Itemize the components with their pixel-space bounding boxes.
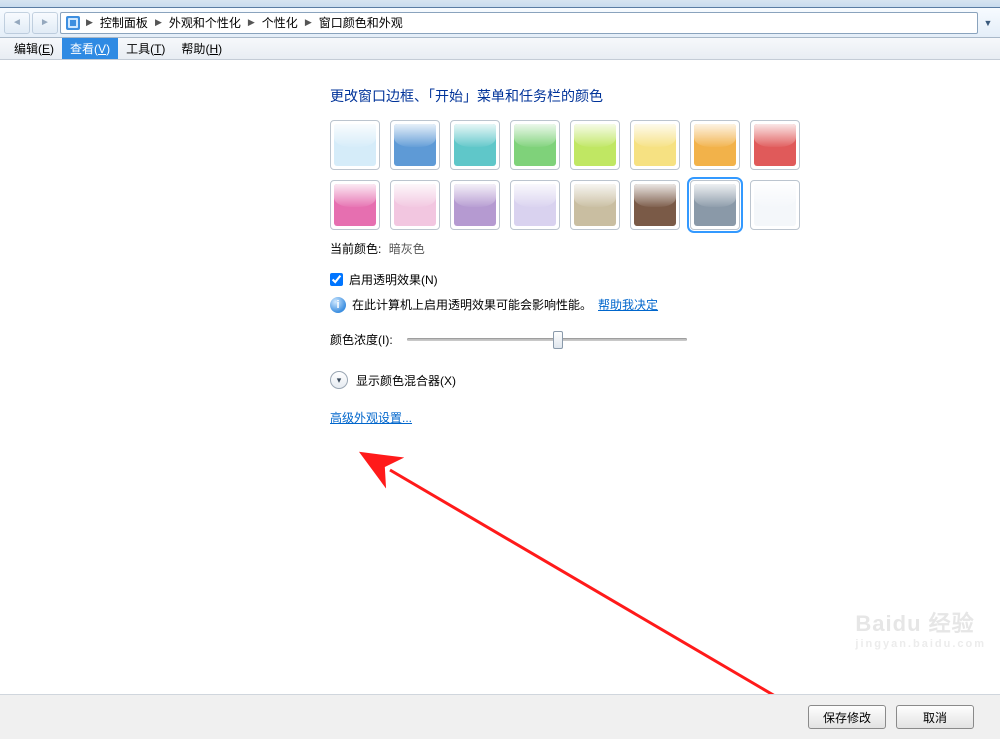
menu-help[interactable]: 帮助(H) bbox=[173, 38, 230, 59]
transparency-checkbox[interactable] bbox=[330, 273, 343, 286]
page-title: 更改窗口边框、「开始」菜单和任务栏的颜色 bbox=[330, 86, 900, 106]
window-titlebar bbox=[0, 0, 1000, 8]
slider-track bbox=[407, 338, 687, 341]
intensity-row: 颜色浓度(I): bbox=[330, 329, 900, 349]
chevron-right-icon: ▶ bbox=[83, 17, 96, 28]
color-swatch-taupe[interactable] bbox=[570, 180, 620, 230]
color-swatch-frost[interactable] bbox=[750, 180, 800, 230]
current-color-value: 暗灰色 bbox=[389, 242, 425, 256]
chevron-right-icon: ▶ bbox=[152, 17, 165, 28]
save-button[interactable]: 保存修改 bbox=[808, 705, 886, 729]
color-swatch-blush[interactable] bbox=[390, 180, 440, 230]
color-swatch-sun[interactable] bbox=[630, 120, 680, 170]
address-bar: ◄ ► ▶ 控制面板 ▶ 外观和个性化 ▶ 个性化 ▶ 窗口颜色和外观 ▼ bbox=[0, 8, 1000, 38]
watermark: Baidu 经验 jingyan.baidu.com bbox=[855, 606, 986, 650]
color-swatch-ruby[interactable] bbox=[750, 120, 800, 170]
color-swatch-row-1 bbox=[330, 120, 900, 170]
color-swatch-violet[interactable] bbox=[450, 180, 500, 230]
breadcrumb-seg-1[interactable]: 外观和个性化 bbox=[167, 14, 243, 31]
menu-bar: 编辑(E) 查看(V) 工具(T) 帮助(H) bbox=[0, 38, 1000, 60]
current-color-row: 当前颜色: 暗灰色 bbox=[330, 240, 900, 257]
info-text: 在此计算机上启用透明效果可能会影响性能。 bbox=[352, 296, 592, 313]
color-swatch-slate[interactable] bbox=[690, 180, 740, 230]
transparency-checkbox-row: 启用透明效果(N) bbox=[330, 271, 900, 288]
breadcrumb-seg-2[interactable]: 个性化 bbox=[260, 14, 300, 31]
intensity-slider[interactable] bbox=[407, 329, 687, 349]
breadcrumb-seg-3[interactable]: 窗口颜色和外观 bbox=[317, 14, 405, 31]
color-swatch-lime[interactable] bbox=[570, 120, 620, 170]
breadcrumb[interactable]: ▶ 控制面板 ▶ 外观和个性化 ▶ 个性化 ▶ 窗口颜色和外观 bbox=[60, 12, 978, 34]
address-dropdown-icon[interactable]: ▼ bbox=[980, 12, 996, 34]
color-swatch-row-2 bbox=[330, 180, 900, 230]
cancel-button[interactable]: 取消 bbox=[896, 705, 974, 729]
color-swatch-lavender[interactable] bbox=[510, 180, 560, 230]
breadcrumb-seg-0[interactable]: 控制面板 bbox=[98, 14, 150, 31]
menu-tools[interactable]: 工具(T) bbox=[118, 38, 173, 59]
color-swatch-fuchsia[interactable] bbox=[330, 180, 380, 230]
nav-back-button[interactable]: ◄ bbox=[4, 12, 30, 34]
color-swatch-sky[interactable] bbox=[330, 120, 380, 170]
footer: 保存修改 取消 bbox=[0, 695, 1000, 739]
menu-edit[interactable]: 编辑(E) bbox=[6, 38, 62, 59]
info-icon: i bbox=[330, 297, 346, 313]
intensity-label: 颜色浓度(I): bbox=[330, 331, 393, 348]
annotation-arrow bbox=[350, 450, 870, 700]
content-area: 更改窗口边框、「开始」菜单和任务栏的颜色 当前颜色: 暗灰色 启用透明效果(N)… bbox=[0, 60, 1000, 700]
color-swatch-leaf[interactable] bbox=[510, 120, 560, 170]
slider-thumb[interactable] bbox=[553, 331, 563, 349]
transparency-label: 启用透明效果(N) bbox=[349, 271, 438, 288]
control-panel-icon bbox=[65, 15, 81, 31]
color-swatch-chocolate[interactable] bbox=[630, 180, 680, 230]
nav-forward-button[interactable]: ► bbox=[32, 12, 58, 34]
color-swatch-blue[interactable] bbox=[390, 120, 440, 170]
chevron-right-icon: ▶ bbox=[302, 17, 315, 28]
help-decide-link[interactable]: 帮助我决定 bbox=[598, 296, 658, 313]
info-row: i 在此计算机上启用透明效果可能会影响性能。 帮助我决定 bbox=[330, 296, 900, 313]
current-color-label: 当前颜色: bbox=[330, 242, 381, 256]
chevron-down-icon: ▾ bbox=[330, 371, 348, 389]
color-swatch-teal[interactable] bbox=[450, 120, 500, 170]
color-mixer-row[interactable]: ▾ 显示颜色混合器(X) bbox=[330, 371, 900, 389]
menu-view[interactable]: 查看(V) bbox=[62, 38, 118, 59]
color-mixer-label: 显示颜色混合器(X) bbox=[356, 372, 456, 389]
chevron-right-icon: ▶ bbox=[245, 17, 258, 28]
advanced-appearance-link[interactable]: 高级外观设置... bbox=[330, 411, 412, 425]
color-swatch-pumpkin[interactable] bbox=[690, 120, 740, 170]
